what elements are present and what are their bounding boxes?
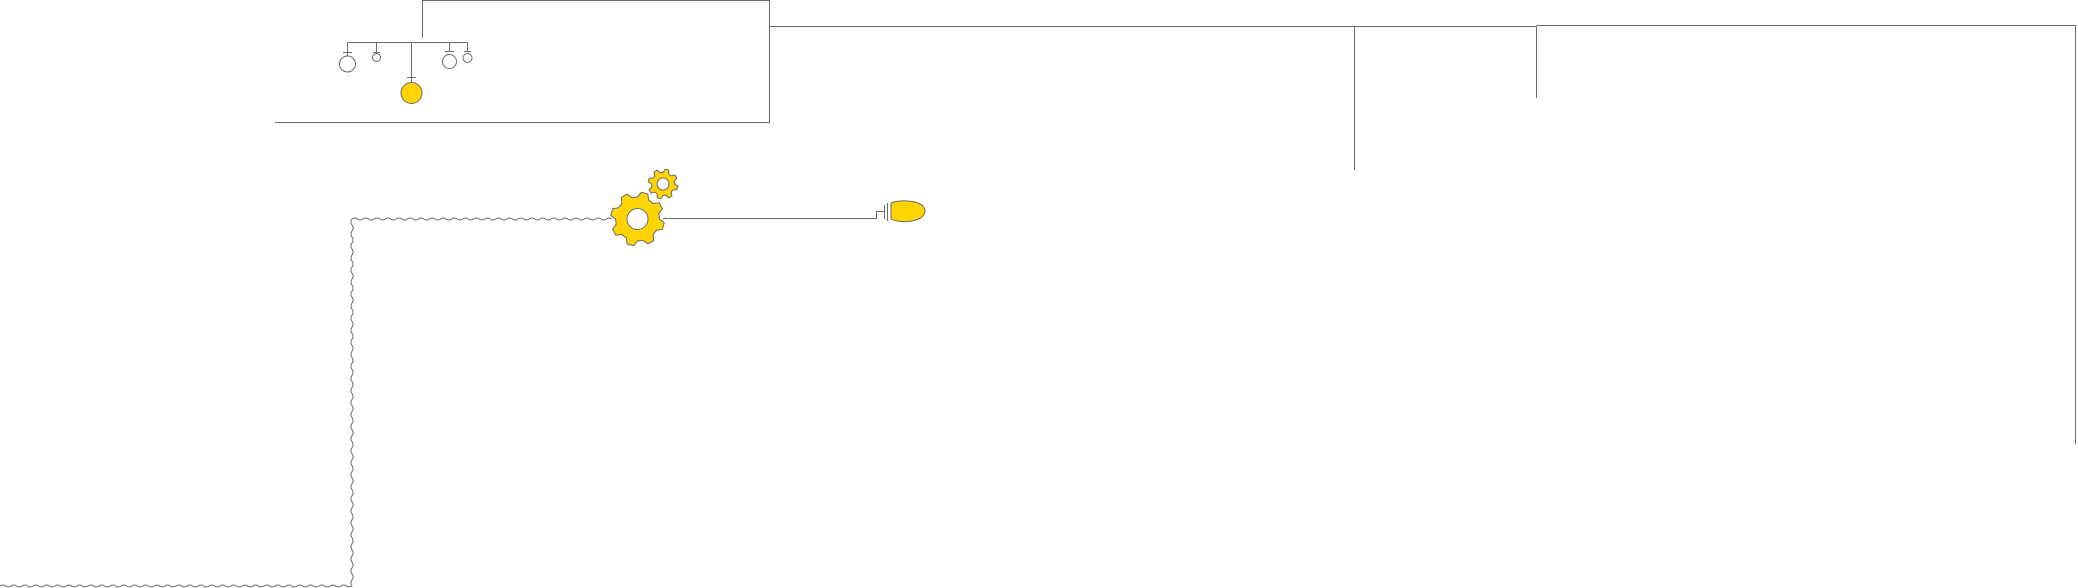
- large-gear: [610, 191, 665, 247]
- tree-drop-4: [445, 42, 454, 52]
- tree-drop-5: [464, 42, 471, 52]
- tree-drop-2: [373, 42, 380, 53]
- tree-leaf-1: [339, 55, 356, 73]
- tree-drop-3: [407, 42, 416, 84]
- small-gear: [647, 168, 679, 200]
- tree-leaf-2: [372, 53, 381, 62]
- top-frame: [275, 0, 2076, 444]
- wavy-connector: [0, 217, 613, 588]
- tree-leaf-4: [442, 54, 457, 69]
- tree-leaf-5: [462, 53, 473, 63]
- tree-drop-1: [343, 42, 352, 56]
- tree-diagram: [339, 42, 473, 104]
- tree-leaf-3: [400, 82, 423, 104]
- straight-connector: [663, 211, 884, 219]
- diagram-canvas: [0, 0, 2076, 588]
- plug-icon: [884, 200, 926, 223]
